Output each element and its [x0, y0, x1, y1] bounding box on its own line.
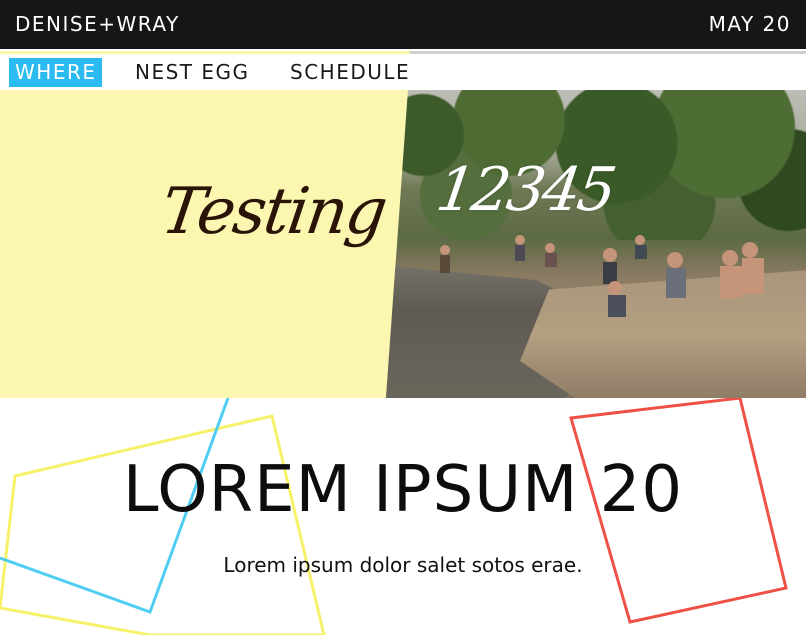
page-subline: Lorem ipsum dolor salet sotos erae.	[223, 553, 583, 577]
hero-script-numbers: 12345	[432, 155, 618, 225]
nav-item-nest-egg[interactable]: NEST EGG	[135, 58, 250, 87]
site-brand[interactable]: DENISE+WRAY	[15, 12, 180, 36]
nav-item-where[interactable]: WHERE	[9, 58, 103, 87]
event-date: MAY 20	[708, 12, 791, 36]
beach-people-image	[440, 235, 764, 317]
divider-gray	[410, 51, 806, 54]
top-bar: DENISE+WRAY MAY 20	[0, 0, 806, 49]
nav-item-schedule[interactable]: SCHEDULE	[290, 58, 410, 87]
hero-banner: Testing 12345	[0, 90, 806, 398]
main-nav: WHERE NEST EGG SCHEDULE	[0, 55, 806, 90]
page-headline: LOREM IPSUM 20	[122, 453, 684, 527]
content-section: LOREM IPSUM 20 Lorem ipsum dolor salet s…	[0, 398, 806, 635]
hero-script-testing: Testing	[156, 175, 391, 249]
divider-yellow	[0, 51, 410, 54]
